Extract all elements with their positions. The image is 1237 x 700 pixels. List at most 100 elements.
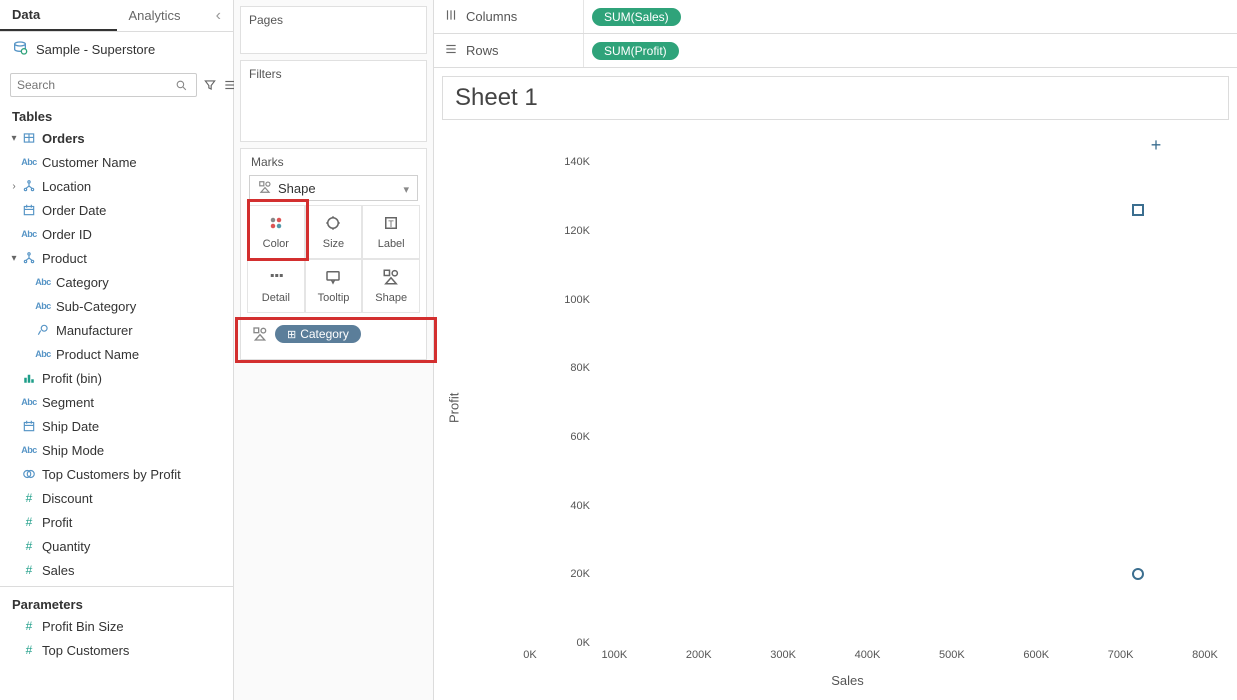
date-icon (20, 419, 38, 433)
field-sub-category[interactable]: AbcSub-Category (6, 294, 227, 318)
filter-icon[interactable] (203, 76, 217, 94)
color-icon (266, 214, 286, 235)
group-icon (34, 323, 52, 337)
param-top-customers[interactable]: #Top Customers (6, 638, 227, 662)
field-quantity[interactable]: #Quantity (6, 534, 227, 558)
data-point[interactable] (1132, 568, 1144, 580)
sheet-title[interactable]: Sheet 1 (442, 76, 1229, 120)
svg-text:T: T (388, 219, 394, 229)
string-icon: Abc (34, 301, 52, 311)
y-tick: 60K (542, 431, 590, 443)
marks-color[interactable]: Color (247, 205, 305, 259)
field-product[interactable]: ▾Product (6, 246, 227, 270)
field-sales[interactable]: #Sales (6, 558, 227, 582)
x-tick: 0K (523, 649, 536, 661)
y-tick: 80K (542, 362, 590, 374)
param-profit-bin-size[interactable]: #Profit Bin Size (6, 614, 227, 638)
x-tick: 600K (1023, 649, 1049, 661)
mark-type-select[interactable]: Shape (249, 175, 418, 201)
x-tick: 100K (602, 649, 628, 661)
marks-label[interactable]: T Label (362, 205, 420, 259)
rows-shelf[interactable]: Rows SUM(Profit) (434, 34, 1237, 68)
data-pane: Data Analytics Sample - Superstore ▼ (0, 0, 234, 700)
search-icon[interactable] (172, 76, 190, 94)
field-segment[interactable]: AbcSegment (6, 390, 227, 414)
marks-drop-area[interactable]: ⊞Category (247, 317, 420, 351)
string-icon: Abc (34, 349, 52, 359)
size-icon (323, 214, 343, 235)
rows-label: Rows (466, 43, 499, 58)
pill-sum-sales[interactable]: SUM(Sales) (592, 8, 681, 26)
number-icon: # (20, 619, 38, 633)
filters-title: Filters (249, 67, 418, 81)
chart-area[interactable]: Profit 0K20K40K60K80K100K120K140K0K100K2… (442, 124, 1229, 692)
cards-pane: Pages Filters Marks Shape Color (234, 0, 434, 700)
datasource-name: Sample - Superstore (36, 42, 155, 57)
tooltip-icon (323, 268, 343, 289)
field-ship-mode[interactable]: AbcShip Mode (6, 438, 227, 462)
x-tick: 400K (855, 649, 881, 661)
field-order-date[interactable]: Order Date (6, 198, 227, 222)
y-axis-title: Profit (442, 124, 466, 692)
field-discount[interactable]: #Discount (6, 486, 227, 510)
y-tick: 100K (542, 294, 590, 306)
field-product-name[interactable]: AbcProduct Name (6, 342, 227, 366)
datasource-icon (12, 40, 28, 59)
columns-shelf[interactable]: Columns SUM(Sales) (434, 0, 1237, 34)
mark-type-label: Shape (278, 181, 316, 196)
pill-category[interactable]: ⊞Category (275, 325, 361, 343)
marks-title: Marks (241, 149, 426, 171)
number-icon: # (20, 539, 38, 553)
y-tick: 120K (542, 225, 590, 237)
columns-icon (444, 8, 458, 25)
field-manufacturer[interactable]: Manufacturer (6, 318, 227, 342)
string-icon: Abc (20, 397, 38, 407)
marks-tooltip[interactable]: Tooltip (305, 259, 363, 313)
table-icon (20, 131, 38, 145)
search-input[interactable] (10, 73, 197, 97)
marks-detail[interactable]: Detail (247, 259, 305, 313)
y-tick: 140K (542, 156, 590, 168)
shape-icon (258, 180, 272, 197)
chevron-down-icon (403, 181, 409, 196)
field-top-customers[interactable]: Top Customers by Profit (6, 462, 227, 486)
filters-card[interactable]: Filters (240, 60, 427, 142)
y-tick: 20K (542, 568, 590, 580)
marks-size[interactable]: Size (305, 205, 363, 259)
field-profit[interactable]: #Profit (6, 510, 227, 534)
field-location[interactable]: ›Location (6, 174, 227, 198)
string-icon: Abc (34, 277, 52, 287)
pages-card[interactable]: Pages (240, 6, 427, 54)
field-profit-bin[interactable]: Profit (bin) (6, 366, 227, 390)
y-tick: 40K (542, 500, 590, 512)
fields-tree: ▾Orders AbcCustomer Name ›Location Order… (0, 126, 233, 586)
field-customer-name[interactable]: AbcCustomer Name (6, 150, 227, 174)
collapse-pane-icon[interactable] (216, 7, 221, 25)
x-tick: 700K (1108, 649, 1134, 661)
y-tick: 0K (542, 637, 590, 649)
number-icon: # (20, 643, 38, 657)
data-point[interactable]: + (1150, 139, 1162, 151)
pages-title: Pages (249, 13, 418, 27)
number-icon: # (20, 515, 38, 529)
pill-sum-profit[interactable]: SUM(Profit) (592, 42, 679, 60)
field-ship-date[interactable]: Ship Date (6, 414, 227, 438)
data-point[interactable] (1132, 204, 1144, 216)
shape-mini-icon (251, 326, 269, 342)
columns-label: Columns (466, 9, 517, 24)
rows-icon (444, 42, 458, 59)
plot[interactable]: 0K20K40K60K80K100K120K140K0K100K200K300K… (466, 124, 1229, 647)
datasource-row[interactable]: Sample - Superstore (0, 32, 233, 67)
hierarchy-icon (20, 179, 38, 193)
field-category[interactable]: AbcCategory (6, 270, 227, 294)
hierarchy-icon (20, 251, 38, 265)
field-orders[interactable]: ▾Orders (6, 126, 227, 150)
tab-data[interactable]: Data (0, 0, 117, 31)
x-tick: 500K (939, 649, 965, 661)
tab-analytics[interactable]: Analytics (117, 0, 234, 31)
marks-shape[interactable]: Shape (362, 259, 420, 313)
field-order-id[interactable]: AbcOrder ID (6, 222, 227, 246)
date-icon (20, 203, 38, 217)
plus-icon: ⊞ (287, 328, 296, 341)
viz-pane: Columns SUM(Sales) Rows SUM(Profit) Shee… (434, 0, 1237, 700)
